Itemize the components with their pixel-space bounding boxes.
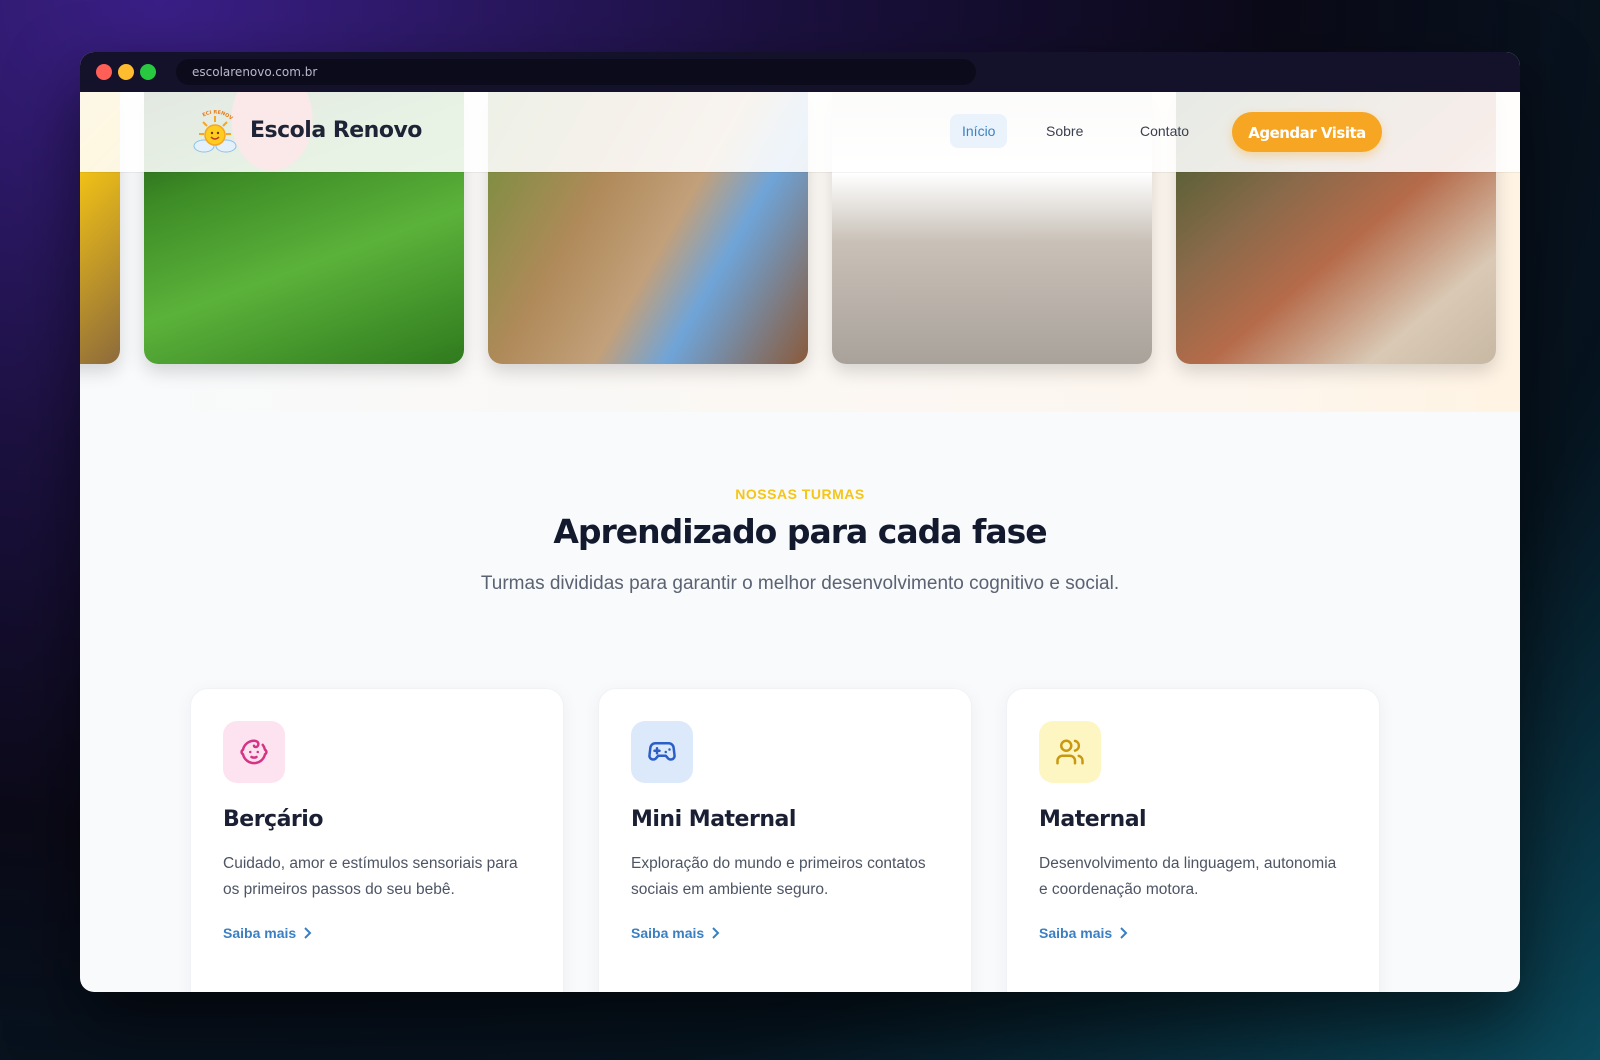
chevron-right-icon — [712, 927, 720, 939]
nav-link-inicio[interactable]: Início — [950, 114, 1008, 148]
close-window-button[interactable] — [96, 64, 112, 80]
sun-logo-icon[interactable]: ECI RENOVO — [192, 110, 238, 154]
card-description: Exploração do mundo e primeiros contatos… — [631, 855, 926, 898]
gamepad-icon — [631, 721, 693, 783]
schedule-visit-button[interactable]: Agendar Visita — [1232, 112, 1382, 152]
saiba-mais-link[interactable]: Saiba mais — [223, 925, 312, 941]
card-description: Cuidado, amor e estímulos sensoriais par… — [223, 855, 518, 898]
chevron-right-icon — [1120, 927, 1128, 939]
link-label: Saiba mais — [1039, 925, 1113, 941]
section-title: Aprendizado para cada fase — [553, 512, 1047, 551]
brand-name[interactable]: Escola Renovo — [250, 118, 422, 143]
baby-face-icon — [223, 721, 285, 783]
saiba-mais-link[interactable]: Saiba mais — [1039, 925, 1128, 941]
card-title: Maternal — [1039, 807, 1147, 832]
browser-titlebar: escolarenovo.com.br — [80, 52, 1520, 92]
address-bar[interactable]: escolarenovo.com.br — [176, 59, 976, 85]
site-navbar: ECI RENOVO Escola Renovo Início Sobre Co… — [80, 92, 1520, 172]
browser-window: escolarenovo.com.br ECI RENOV Escola Ren… — [80, 52, 1520, 992]
link-label: Saiba mais — [223, 925, 297, 941]
card-title: Berçário — [223, 807, 323, 832]
class-card-maternal: Maternal Desenvolvimento da linguagem, a… — [1006, 688, 1380, 992]
section-subtitle: Turmas divididas para garantir o melhor … — [480, 573, 1120, 594]
page-content: ECI RENOVO Escola Renovo Início Sobre Co… — [80, 92, 1520, 992]
nav-link-contato[interactable]: Contato — [1128, 114, 1201, 148]
saiba-mais-link[interactable]: Saiba mais — [631, 925, 720, 941]
section-eyebrow: NOSSAS TURMAS — [735, 486, 865, 502]
svg-text:ECI RENOVO: ECI RENOVO — [192, 110, 234, 122]
link-label: Saiba mais — [631, 925, 705, 941]
maximize-window-button[interactable] — [140, 64, 156, 80]
class-card-bercario: Berçário Cuidado, amor e estímulos senso… — [190, 688, 564, 992]
card-description: Desenvolvimento da linguagem, autonomia … — [1039, 855, 1337, 898]
minimize-window-button[interactable] — [118, 64, 134, 80]
chevron-right-icon — [304, 927, 312, 939]
nav-link-sobre[interactable]: Sobre — [1034, 114, 1095, 148]
class-card-mini-maternal: Mini Maternal Exploração do mundo e prim… — [598, 688, 972, 992]
users-icon — [1039, 721, 1101, 783]
card-title: Mini Maternal — [631, 807, 796, 832]
